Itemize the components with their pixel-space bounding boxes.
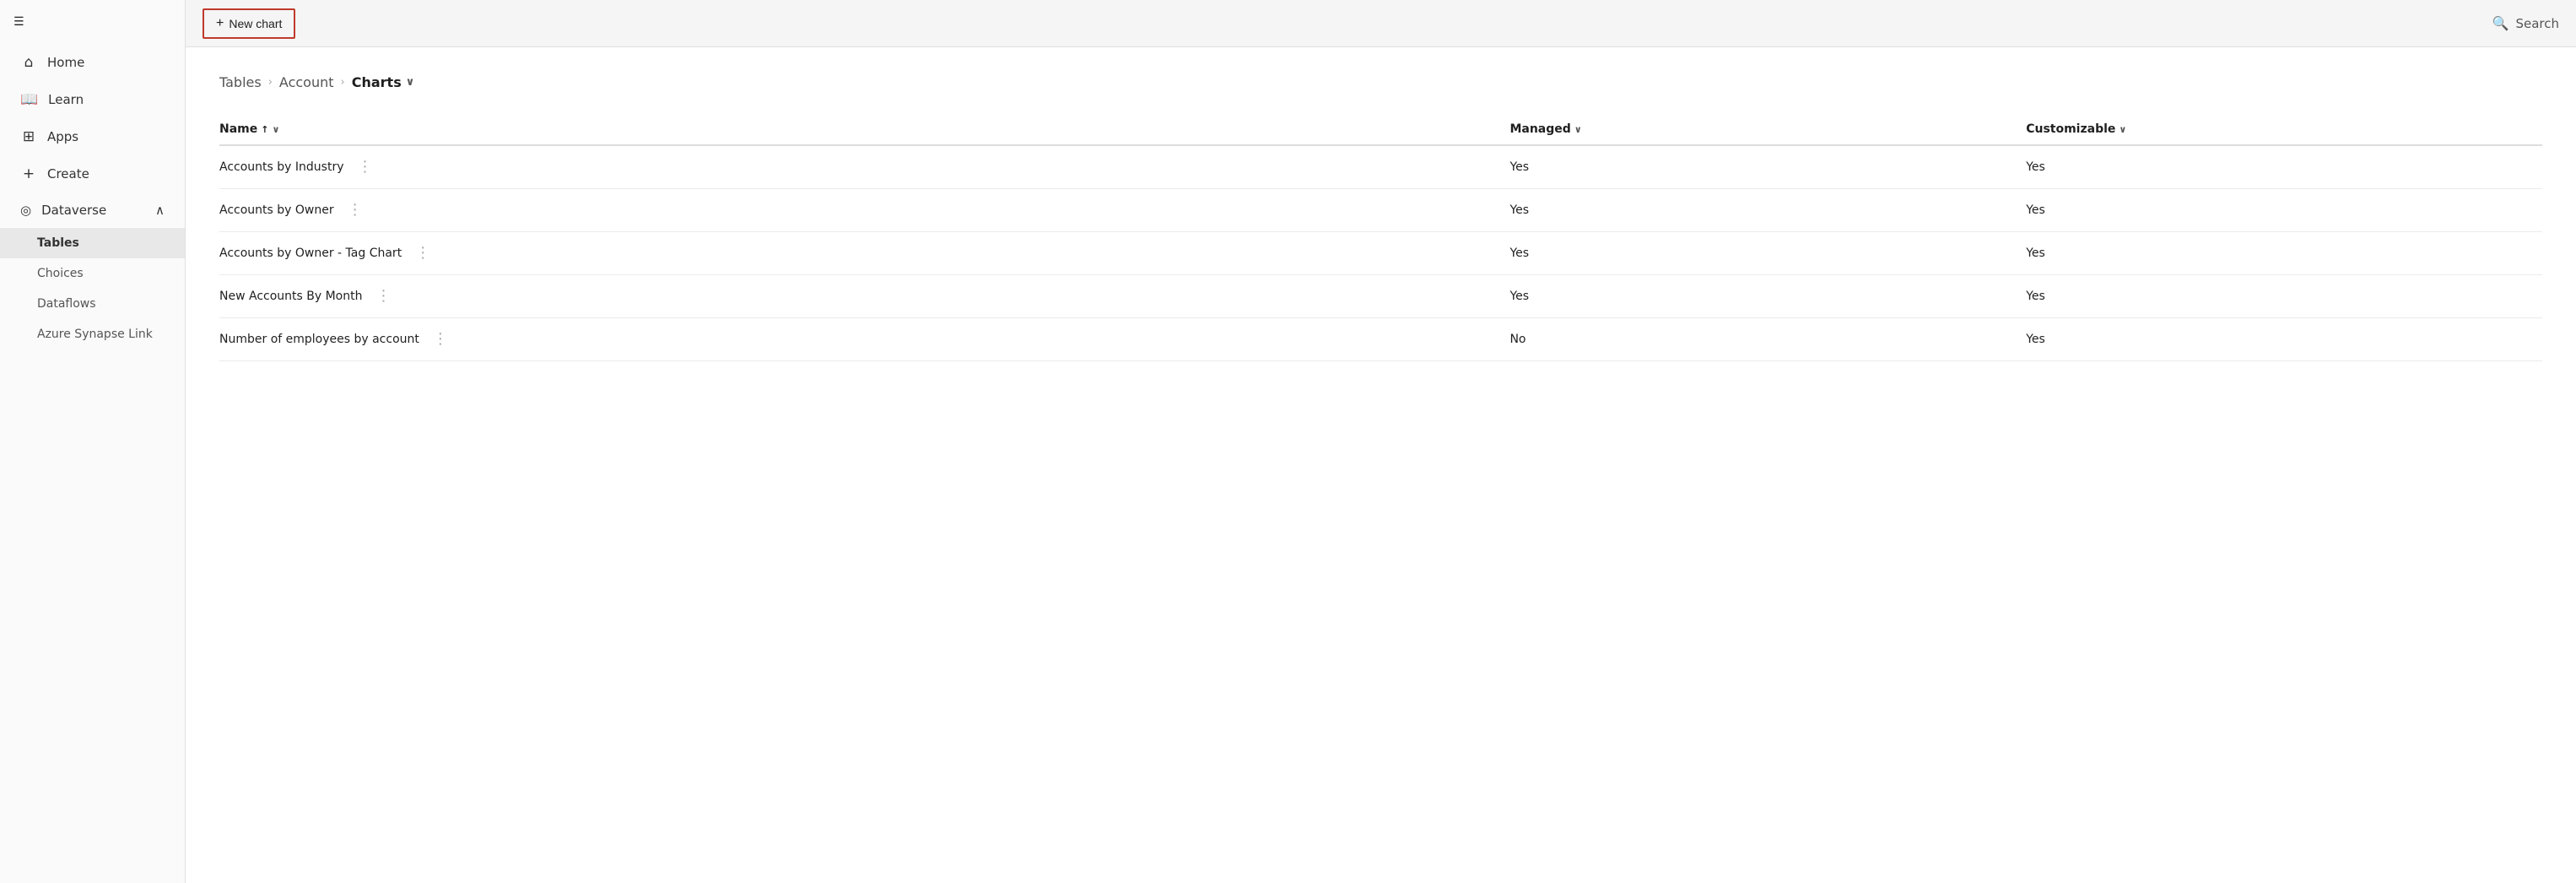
breadcrumb-chevron-icon[interactable]: ∨ (406, 76, 415, 89)
row-context-menu-3[interactable]: ⋮ (370, 287, 397, 306)
cell-managed-2: Yes (1509, 232, 2026, 275)
search-label: Search (2515, 16, 2559, 31)
name-sort-asc-icon[interactable]: ↑ (261, 124, 268, 135)
table-row: Accounts by Owner - Tag Chart ⋮ Yes Yes (219, 232, 2542, 275)
customizable-sort-icon[interactable]: ∨ (2119, 124, 2126, 135)
new-chart-plus-icon: + (216, 16, 224, 31)
breadcrumb-sep-2: › (341, 76, 345, 89)
cell-managed-1: Yes (1509, 189, 2026, 232)
sidebar-item-apps-label: Apps (47, 129, 78, 144)
row-name-text-1: Accounts by Owner (219, 203, 334, 217)
breadcrumb-current: Charts ∨ (352, 74, 415, 90)
new-chart-button[interactable]: + New chart (203, 8, 295, 39)
cell-customizable-1: Yes (2026, 189, 2542, 232)
row-context-menu-1[interactable]: ⋮ (343, 201, 369, 219)
managed-sort-icon[interactable]: ∨ (1574, 124, 1582, 135)
cell-name-1: Accounts by Owner ⋮ (219, 189, 1509, 232)
col-header-name: Name ↑ ∨ (219, 114, 1509, 145)
apps-icon: ⊞ (20, 128, 37, 145)
sidebar-item-learn-label: Learn (48, 92, 84, 107)
sidebar: ☰ ⌂ Home 📖 Learn ⊞ Apps + Create ◎ Datav… (0, 0, 186, 883)
cell-customizable-2: Yes (2026, 232, 2542, 275)
sidebar-item-home[interactable]: ⌂ Home (3, 44, 181, 81)
sidebar-item-dataverse[interactable]: ◎ Dataverse ∧ (3, 192, 181, 228)
cell-customizable-0: Yes (2026, 145, 2542, 189)
sidebar-sub-item-choices[interactable]: Choices (0, 258, 185, 289)
sidebar-sub-item-tables[interactable]: Tables (0, 228, 185, 258)
row-name-text-4: Number of employees by account (219, 333, 419, 346)
cell-managed-4: No (1509, 318, 2026, 361)
row-context-menu-2[interactable]: ⋮ (410, 244, 436, 263)
create-icon: + (20, 165, 37, 182)
breadcrumb-current-label: Charts (352, 74, 402, 90)
table-row: New Accounts By Month ⋮ Yes Yes (219, 275, 2542, 318)
cell-customizable-3: Yes (2026, 275, 2542, 318)
cell-name-3: New Accounts By Month ⋮ (219, 275, 1509, 318)
search-icon: 🔍 (2492, 15, 2509, 31)
row-context-menu-4[interactable]: ⋮ (428, 330, 454, 349)
sidebar-item-create[interactable]: + Create (3, 155, 181, 192)
new-chart-label: New chart (229, 17, 282, 30)
row-context-menu-0[interactable]: ⋮ (352, 158, 378, 176)
hamburger-icon: ☰ (14, 15, 24, 29)
charts-table: Name ↑ ∨ Managed ∨ Customizable (219, 114, 2542, 361)
sidebar-item-learn[interactable]: 📖 Learn (3, 81, 181, 118)
sidebar-dataverse-label: Dataverse (41, 203, 106, 218)
table-row: Accounts by Industry ⋮ Yes Yes (219, 145, 2542, 189)
cell-name-0: Accounts by Industry ⋮ (219, 145, 1509, 189)
content-area: Tables › Account › Charts ∨ Name ↑ ∨ (186, 47, 2576, 883)
sidebar-item-apps[interactable]: ⊞ Apps (3, 118, 181, 155)
table-row: Number of employees by account ⋮ No Yes (219, 318, 2542, 361)
cell-name-2: Accounts by Owner - Tag Chart ⋮ (219, 232, 1509, 275)
cell-managed-3: Yes (1509, 275, 2026, 318)
learn-icon: 📖 (20, 91, 38, 108)
toolbar: + New chart 🔍 Search (186, 0, 2576, 47)
home-icon: ⌂ (20, 54, 37, 71)
sidebar-sub-item-dataflows[interactable]: Dataflows (0, 289, 185, 319)
table-header: Name ↑ ∨ Managed ∨ Customizable (219, 114, 2542, 145)
breadcrumb-tables[interactable]: Tables (219, 74, 262, 90)
cell-customizable-4: Yes (2026, 318, 2542, 361)
breadcrumb-sep-1: › (268, 76, 273, 89)
cell-name-4: Number of employees by account ⋮ (219, 318, 1509, 361)
breadcrumb-account[interactable]: Account (279, 74, 334, 90)
main-area: + New chart 🔍 Search Tables › Account › … (186, 0, 2576, 883)
dataverse-icon: ◎ (20, 203, 31, 218)
search-button[interactable]: 🔍 Search (2492, 15, 2559, 31)
sidebar-sub-item-azure-synapse[interactable]: Azure Synapse Link (0, 319, 185, 349)
row-name-text-3: New Accounts By Month (219, 290, 362, 303)
name-sort-desc-icon[interactable]: ∨ (272, 124, 279, 135)
hamburger-button[interactable]: ☰ (0, 0, 185, 44)
cell-managed-0: Yes (1509, 145, 2026, 189)
sidebar-item-home-label: Home (47, 55, 84, 70)
col-header-managed: Managed ∨ (1509, 114, 2026, 145)
breadcrumb: Tables › Account › Charts ∨ (219, 74, 2542, 90)
dataverse-expand-icon: ∧ (155, 203, 165, 218)
col-header-customizable: Customizable ∨ (2026, 114, 2542, 145)
table-body: Accounts by Industry ⋮ Yes Yes Accounts … (219, 145, 2542, 361)
sidebar-item-create-label: Create (47, 166, 89, 181)
table-row: Accounts by Owner ⋮ Yes Yes (219, 189, 2542, 232)
row-name-text-2: Accounts by Owner - Tag Chart (219, 246, 402, 260)
row-name-text-0: Accounts by Industry (219, 160, 343, 174)
